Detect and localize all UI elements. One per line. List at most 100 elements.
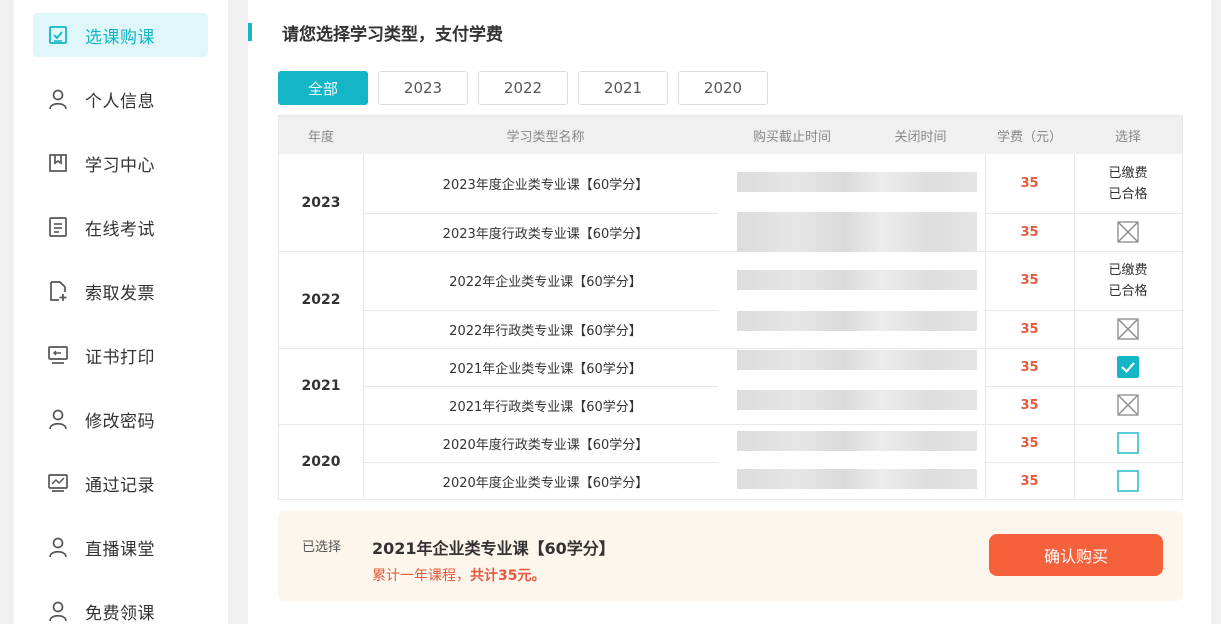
total-text: 累计一年课程，共计35元。 — [372, 565, 545, 585]
course-fee: 35 — [1020, 359, 1039, 375]
checked-checkbox-icon[interactable] — [1117, 356, 1139, 378]
sidebar-item-course-purchase[interactable]: 选课购课 — [33, 13, 208, 57]
status-cell: 已缴费 已合格 — [1074, 154, 1182, 213]
sidebar-item-invoice[interactable]: 索取发票 — [33, 269, 208, 313]
unchecked-checkbox-icon[interactable] — [1117, 432, 1139, 454]
user-icon — [47, 408, 69, 430]
bookmark-icon — [47, 152, 69, 174]
status-cell: 已缴费 已合格 — [1074, 251, 1182, 310]
year-filter-tabs: 全部 2023 2022 2021 2020 — [278, 71, 778, 105]
course-name: 2020年度行政类专业课【60学分】 — [442, 437, 649, 453]
sidebar-item-label: 个人信息 — [85, 91, 155, 112]
year-cell: 2021 — [301, 378, 341, 394]
selected-course: 2021年企业类专业课【60学分】 — [372, 539, 615, 558]
year-cell: 2022 — [301, 291, 341, 308]
course-name: 2022年行政类专业课【60学分】 — [449, 323, 642, 339]
page-title: 请您选择学习类型，支付学费 — [282, 25, 503, 45]
course-name: 2021年行政类专业课【60学分】 — [449, 399, 642, 415]
column-header-select: 选择 — [1114, 129, 1141, 145]
disabled-checkbox-icon — [1117, 221, 1139, 243]
redacted-time — [737, 350, 977, 370]
select-cell — [1074, 310, 1182, 348]
course-fee: 35 — [1020, 273, 1039, 288]
sidebar-item-label: 修改密码 — [85, 411, 155, 432]
course-fee: 35 — [1020, 176, 1039, 191]
select-cell — [1074, 213, 1182, 251]
course-fee: 35 — [1020, 224, 1039, 240]
total-prefix: 累计一年课程， — [372, 568, 470, 584]
course-fee: 35 — [1020, 321, 1039, 337]
redacted-time — [737, 172, 977, 192]
tab-all[interactable]: 全部 — [278, 71, 368, 105]
select-cell — [1074, 386, 1182, 424]
sidebar-item-label: 直播课堂 — [85, 539, 155, 560]
course-fee: 35 — [1020, 473, 1039, 489]
column-header-deadline: 购买截止时间 — [752, 129, 831, 145]
disabled-checkbox-icon — [1117, 394, 1139, 416]
sidebar-item-label: 通过记录 — [85, 475, 155, 496]
status-paid: 已缴费 — [1108, 165, 1148, 181]
confirm-purchase-button[interactable]: 确认购买 — [989, 534, 1163, 576]
sidebar-item-change-password[interactable]: 修改密码 — [33, 397, 208, 441]
chart-icon — [47, 472, 69, 494]
sidebar-item-certificate-print[interactable]: 证书打印 — [33, 333, 208, 377]
title-accent-bar — [248, 23, 252, 41]
sidebar-item-label: 证书打印 — [85, 347, 155, 368]
file-add-icon — [47, 280, 69, 302]
course-name: 2021年企业类专业课【60学分】 — [449, 361, 642, 377]
course-fee: 35 — [1020, 435, 1039, 451]
tab-2020[interactable]: 2020 — [678, 71, 768, 105]
main-panel: 请您选择学习类型，支付学费 全部 2023 2022 2021 2020 年度 … — [248, 0, 1211, 624]
sidebar-item-free-course[interactable]: 免费领课 — [33, 589, 208, 624]
user-icon — [47, 88, 69, 110]
sidebar-item-label: 选课购课 — [85, 27, 155, 48]
disabled-checkbox-icon — [1117, 318, 1139, 340]
selected-label: 已选择 — [302, 540, 342, 555]
redacted-time — [737, 212, 977, 252]
column-header-fee: 学费（元） — [996, 129, 1062, 145]
sidebar-item-online-exam[interactable]: 在线考试 — [33, 205, 208, 249]
table-header: 年度 学习类型名称 购买截止时间 关闭时间 学费（元） 选择 — [279, 116, 1182, 154]
redacted-time — [737, 311, 977, 331]
total-amount: 共计35元。 — [470, 568, 546, 584]
sidebar-item-personal-info[interactable]: 个人信息 — [33, 77, 208, 121]
year-cell: 2023 — [301, 194, 341, 211]
course-table: 年度 学习类型名称 购买截止时间 关闭时间 学费（元） 选择 2023 2022… — [278, 115, 1183, 500]
sidebar-item-label: 学习中心 — [85, 155, 155, 176]
sidebar: 选课购课 个人信息 学习中心 在线考试 索取发票 证书打印 修改密码 通过记录 … — [14, 0, 228, 624]
user-icon — [47, 600, 69, 622]
course-fee: 35 — [1020, 397, 1039, 413]
course-name: 2022年企业类专业课【60学分】 — [449, 275, 642, 290]
tab-2023[interactable]: 2023 — [378, 71, 468, 105]
course-name: 2023年度企业类专业课【60学分】 — [442, 178, 649, 193]
sidebar-item-label: 在线考试 — [85, 219, 155, 240]
sidebar-item-pass-records[interactable]: 通过记录 — [33, 461, 208, 505]
checkbox-icon — [47, 24, 69, 46]
status-passed: 已合格 — [1108, 283, 1148, 299]
course-name: 2023年度行政类专业课【60学分】 — [442, 226, 649, 242]
document-icon — [47, 216, 69, 238]
course-name: 2020年度企业类专业课【60学分】 — [442, 475, 649, 491]
unchecked-checkbox-icon[interactable] — [1117, 470, 1139, 492]
user-icon — [47, 536, 69, 558]
select-cell — [1074, 424, 1182, 462]
column-header-year: 年度 — [307, 129, 334, 145]
redacted-time — [737, 469, 977, 489]
column-header-name: 学习类型名称 — [506, 129, 585, 145]
select-cell — [1074, 462, 1182, 500]
year-cell: 2020 — [301, 454, 341, 470]
status-passed: 已合格 — [1108, 186, 1148, 202]
redacted-time — [737, 390, 977, 410]
monitor-icon — [47, 344, 69, 366]
sidebar-item-live-class[interactable]: 直播课堂 — [33, 525, 208, 569]
sidebar-item-label: 索取发票 — [85, 283, 155, 304]
selection-summary: 已选择 2021年企业类专业课【60学分】 累计一年课程，共计35元。 确认购买 — [278, 511, 1183, 601]
redacted-time — [737, 270, 977, 290]
sidebar-item-learning-center[interactable]: 学习中心 — [33, 141, 208, 185]
status-paid: 已缴费 — [1108, 262, 1148, 278]
sidebar-item-label: 免费领课 — [85, 603, 155, 624]
tab-2021[interactable]: 2021 — [578, 71, 668, 105]
column-header-close-time: 关闭时间 — [894, 129, 947, 145]
redacted-time — [737, 431, 977, 451]
tab-2022[interactable]: 2022 — [478, 71, 568, 105]
